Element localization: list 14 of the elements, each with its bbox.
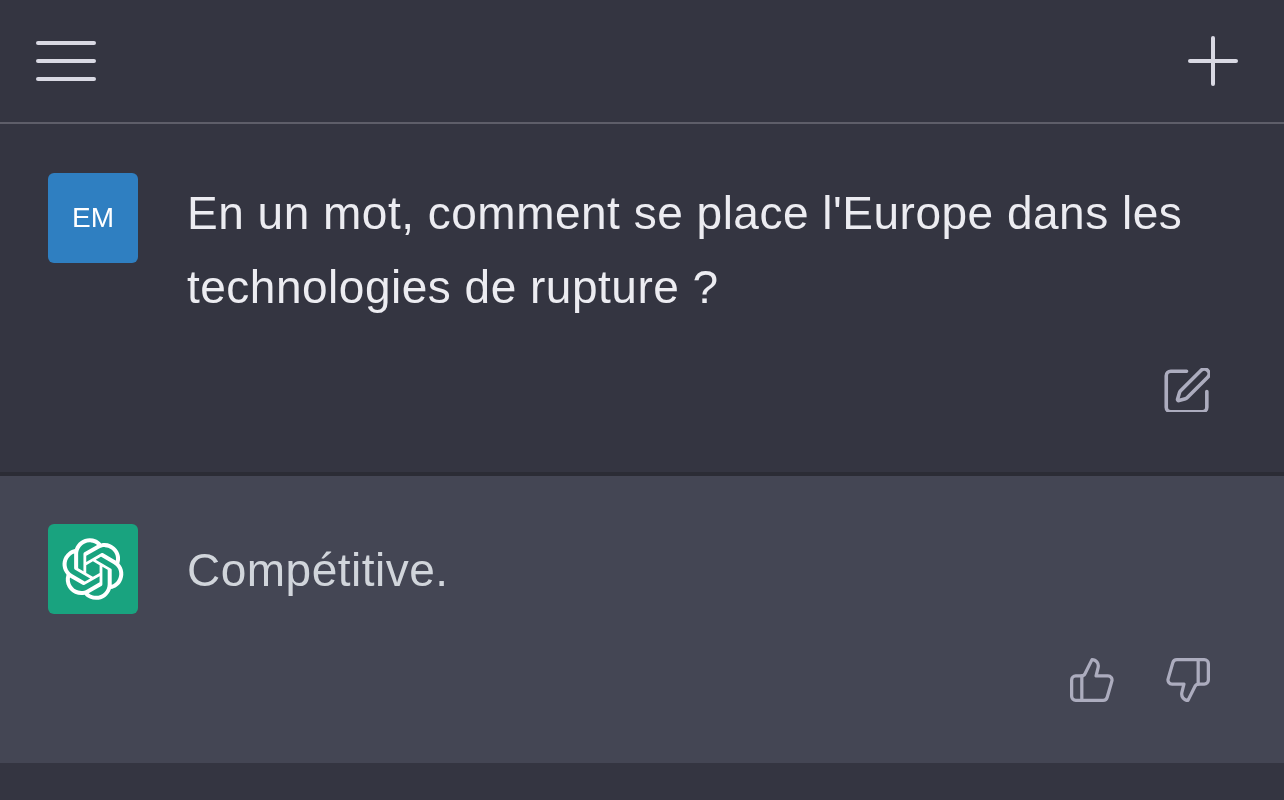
plus-icon: [1188, 36, 1238, 86]
user-avatar: EM: [48, 173, 138, 263]
menu-icon: [36, 40, 96, 82]
message-text: Compétitive.: [187, 543, 450, 598]
thumbs-down-icon: [1166, 658, 1210, 702]
thumbs-up-icon: [1070, 658, 1114, 702]
logo-avatar-icon: [48, 524, 138, 614]
thumbs-up-button[interactable]: [1070, 658, 1114, 702]
new-chat-button[interactable]: [1188, 36, 1238, 86]
edit-button[interactable]: [1164, 368, 1210, 412]
message-text: En un mot, comment se place l'Europe dans les technologies de rupture ?: [187, 186, 1184, 315]
pencil-square-icon: [1164, 368, 1210, 412]
menu-button[interactable]: [36, 40, 96, 82]
thumbs-down-button[interactable]: [1166, 658, 1210, 702]
